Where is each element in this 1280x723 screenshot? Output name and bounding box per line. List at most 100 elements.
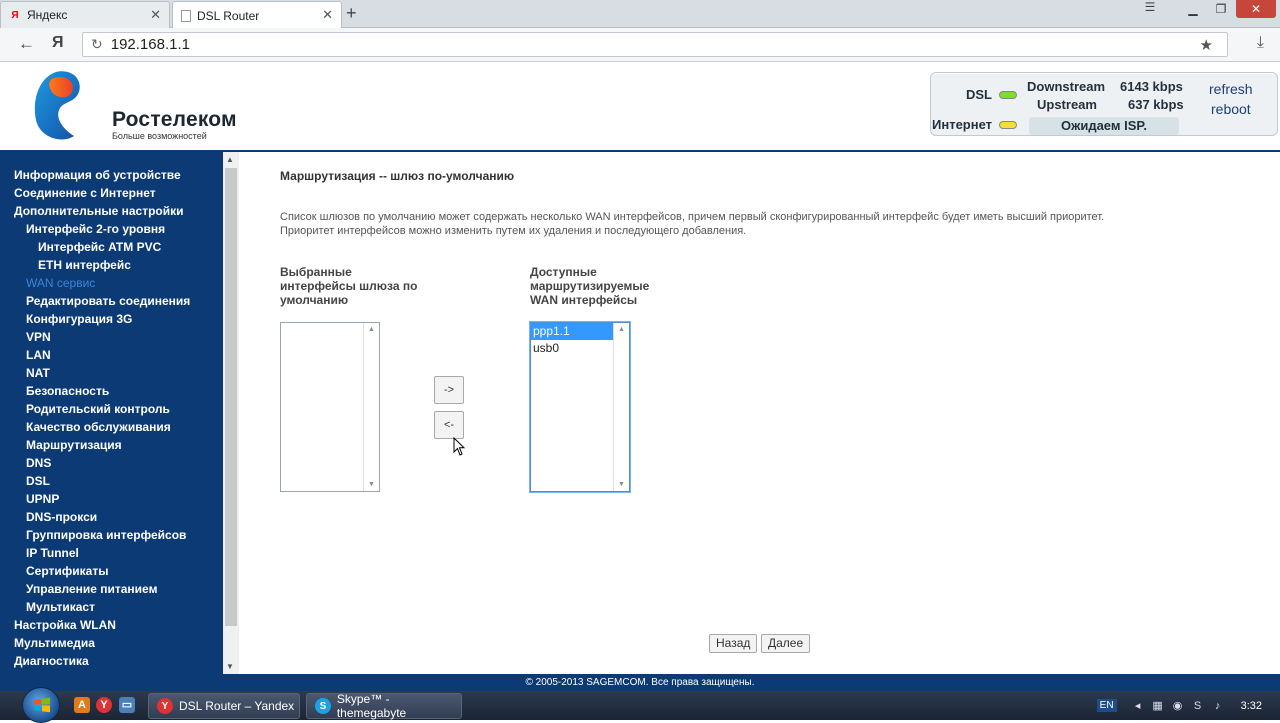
sidebar-item[interactable]: Настройка WLAN — [0, 616, 223, 634]
scroll-down-icon[interactable]: ▼ — [226, 662, 234, 671]
sidebar-item[interactable]: UPNP — [0, 490, 223, 508]
sidebar-item[interactable]: IP Tunnel — [0, 544, 223, 562]
sidebar-item[interactable]: LAN — [0, 346, 223, 364]
sidebar-item[interactable]: Родительский контроль — [0, 400, 223, 418]
description-line: Список шлюзов по умолчанию может содержа… — [280, 211, 1105, 223]
refresh-link[interactable]: refresh — [1209, 81, 1253, 97]
show-desktop-icon[interactable]: ▭ — [119, 697, 135, 713]
rostelecom-logo-icon — [34, 71, 80, 140]
sidebar-item[interactable]: Маршрутизация — [0, 436, 223, 454]
sidebar-nav: Информация об устройстве Соединение с Инт… — [0, 152, 223, 674]
selected-interfaces-list[interactable]: ▲ ▼ — [280, 322, 380, 492]
yandex-icon: Я — [11, 9, 19, 21]
move-left-button[interactable]: <- — [434, 411, 464, 439]
address-bar: ← Я ↻ 192.168.1.1 ★ ⤓ — [0, 28, 1280, 62]
sidebar-item[interactable]: Конфигурация 3G — [0, 310, 223, 328]
window-controls: ▁ ❐ ✕ — [1180, 0, 1276, 18]
sidebar-item[interactable]: DSL — [0, 472, 223, 490]
yandex-browser-icon[interactable]: Y — [96, 697, 112, 713]
sidebar-item[interactable]: Интерфейс 2-го уровня — [0, 220, 223, 238]
sidebar-item[interactable]: Редактировать соединения — [0, 292, 223, 310]
start-button[interactable] — [22, 687, 60, 723]
close-tab-icon[interactable]: ✕ — [150, 7, 161, 23]
close-tab-icon[interactable]: ✕ — [322, 7, 333, 23]
windows-taskbar: A Y ▭ Y DSL Router – Yandex S Skype™ - t… — [0, 687, 1280, 723]
new-tab-button[interactable]: + — [346, 3, 357, 23]
task-skype[interactable]: S Skype™ - themegabyte — [306, 692, 462, 720]
sidebar-item[interactable]: DNS-прокси — [0, 508, 223, 526]
label-line: WAN интерфейсы — [530, 293, 638, 307]
language-indicator[interactable]: EN — [1096, 699, 1117, 712]
sidebar-item[interactable]: Мультимедиа — [0, 634, 223, 652]
tray-expand-icon[interactable]: ◂ — [1131, 699, 1145, 713]
scroll-up-icon[interactable]: ▲ — [618, 326, 625, 333]
label-line: Доступные — [530, 265, 597, 279]
next-button[interactable]: Далее — [761, 634, 811, 653]
sidebar-item[interactable]: Диагностика — [0, 652, 223, 670]
bookmark-star-icon[interactable]: ★ — [1200, 36, 1213, 54]
sidebar-item[interactable]: VPN — [0, 328, 223, 346]
sidebar-item[interactable]: Качество обслуживания — [0, 418, 223, 436]
move-right-button[interactable]: -> — [434, 376, 464, 404]
dsl-status-led — [999, 91, 1017, 99]
back-button[interactable]: Назад — [709, 634, 758, 653]
steam-icon[interactable]: ◉ — [1171, 699, 1185, 713]
minimize-icon[interactable]: ▁ — [1180, 0, 1206, 18]
clock[interactable]: 3:32 — [1241, 700, 1262, 712]
volume-icon[interactable]: ♪ — [1211, 699, 1225, 713]
downstream-value: 6143 kbps — [1120, 79, 1183, 94]
scroll-up-icon[interactable]: ▲ — [226, 155, 234, 164]
brand-slogan: Больше возможностей — [112, 131, 207, 141]
upstream-value: 637 kbps — [1128, 97, 1184, 112]
brand-logo: Ростелеком Больше возможностей — [30, 68, 237, 146]
page-scrollbar[interactable]: ▲ ▼ — [223, 152, 239, 674]
available-interfaces-list[interactable]: ▲ ▼ ppp1.1 usb0 — [530, 322, 630, 492]
scroll-down-icon[interactable]: ▼ — [618, 481, 625, 488]
download-icon[interactable]: ⤓ — [1257, 34, 1264, 52]
list-option[interactable]: ppp1.1 — [531, 323, 613, 340]
label-line: умолчанию — [280, 293, 349, 307]
skype-tray-icon[interactable]: S — [1191, 699, 1205, 713]
sidebar-item[interactable]: Информация об устройстве — [0, 166, 223, 184]
tab-dsl-router[interactable]: DSL Router ✕ — [172, 1, 342, 29]
skype-icon: S — [315, 698, 331, 714]
list-option[interactable]: usb0 — [531, 340, 613, 357]
window-close-icon[interactable]: ✕ — [1236, 0, 1276, 18]
avast-icon[interactable]: A — [74, 697, 90, 713]
browser-menu-icon[interactable]: ☰ — [1138, 0, 1162, 14]
yandex-browser-icon: Y — [157, 698, 173, 714]
sidebar-item[interactable]: ETH интерфейс — [0, 256, 223, 274]
scrollbar-thumb[interactable] — [225, 168, 237, 626]
tab-yandex[interactable]: Я Яндекс ✕ — [0, 1, 170, 28]
reload-icon[interactable]: ↻ — [91, 36, 103, 53]
sidebar-item[interactable]: NAT — [0, 364, 223, 382]
url-field[interactable]: ↻ 192.168.1.1 ★ — [82, 32, 1228, 57]
maximize-icon[interactable]: ❐ — [1208, 0, 1234, 18]
sidebar-item[interactable]: Соединение с Интернет — [0, 184, 223, 202]
brand-name: Ростелеком — [112, 108, 237, 131]
yandex-button[interactable]: Я — [52, 34, 64, 52]
sidebar-item[interactable]: Сертификаты — [0, 562, 223, 580]
sidebar-item[interactable]: Дополнительные настройки — [0, 202, 223, 220]
sidebar-item[interactable]: Управление питанием — [0, 580, 223, 598]
sidebar-item[interactable]: Интерфейс ATM PVC — [0, 238, 223, 256]
sidebar-item[interactable]: WAN сервис — [0, 274, 223, 292]
sidebar-item[interactable]: Безопасность — [0, 382, 223, 400]
network-icon[interactable]: ▦ — [1151, 699, 1165, 713]
upstream-label: Upstream — [1037, 97, 1097, 112]
internet-label: Интернет — [932, 117, 993, 132]
scroll-down-icon[interactable]: ▼ — [368, 481, 375, 488]
list-scrollbar[interactable]: ▲ ▼ — [613, 323, 629, 491]
sidebar-item[interactable]: Мультикаст — [0, 598, 223, 616]
scroll-up-icon[interactable]: ▲ — [368, 326, 375, 333]
system-tray: EN ◂ ▦ ◉ S ♪ 3:32 — [1096, 691, 1280, 720]
downstream-label: Downstream — [1027, 79, 1106, 94]
task-dsl-router[interactable]: Y DSL Router – Yandex — [148, 693, 300, 719]
sidebar-item[interactable]: Группировка интерфейсов — [0, 526, 223, 544]
reboot-link[interactable]: reboot — [1211, 101, 1251, 117]
page-icon — [181, 9, 191, 22]
list-scrollbar[interactable]: ▲ ▼ — [363, 323, 379, 491]
back-arrow-icon[interactable]: ← — [18, 34, 35, 54]
page-title: Маршрутизация -- шлюз по-умолчанию — [280, 169, 515, 183]
sidebar-item[interactable]: DNS — [0, 454, 223, 472]
